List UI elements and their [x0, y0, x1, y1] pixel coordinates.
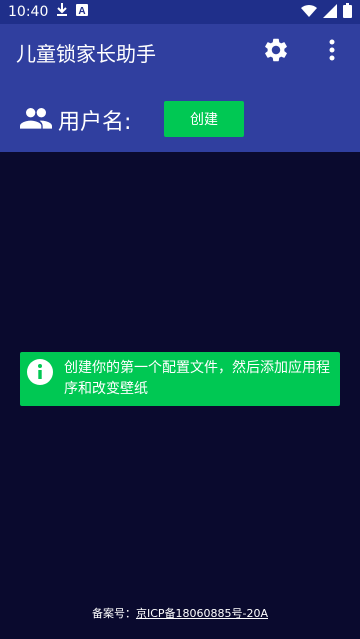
users-icon [20, 107, 52, 133]
svg-text:A: A [79, 6, 86, 16]
wifi-icon [301, 3, 317, 22]
info-banner: 创建你的第一个配置文件，然后添加应用程序和改变壁纸 [20, 352, 340, 406]
banner-text: 创建你的第一个配置文件，然后添加应用程序和改变壁纸 [64, 360, 330, 397]
app-title: 儿童锁家长助手 [16, 42, 156, 66]
app-bar: 儿童锁家长助手 用户名: 创建 [0, 24, 360, 152]
footer: 备案号：京ICP备18060885号-20A [0, 605, 360, 621]
status-right [301, 2, 352, 22]
footer-prefix: 备案号： [91, 607, 136, 620]
download-icon [56, 3, 68, 21]
overflow-menu-button[interactable] [318, 36, 346, 68]
more-vert-icon [329, 39, 335, 65]
settings-button[interactable] [260, 36, 292, 68]
signal-icon [323, 3, 337, 22]
icp-link[interactable]: 京ICP备18060885号-20A [136, 607, 268, 620]
gear-icon [262, 36, 290, 68]
status-time: 10:40 [8, 4, 49, 20]
battery-icon [343, 2, 352, 22]
status-left: 10:40 A [8, 3, 89, 21]
status-bar: 10:40 A [0, 0, 360, 24]
a-badge-icon: A [76, 4, 89, 20]
username-row: 用户名: [20, 104, 131, 136]
info-icon [26, 358, 54, 386]
username-label: 用户名: [58, 110, 132, 135]
create-button[interactable]: 创建 [164, 101, 244, 137]
